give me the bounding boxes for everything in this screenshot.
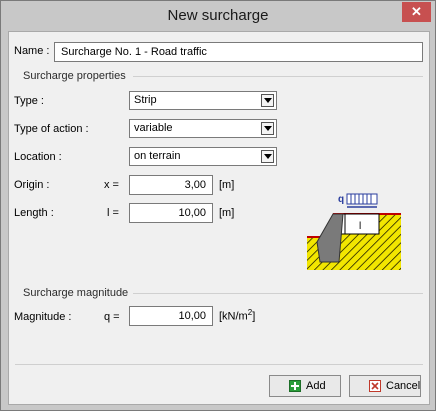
wall-body [316,213,344,263]
magnitude-label: Magnitude : [14,311,72,323]
chevron-down-icon[interactable] [261,94,274,107]
length-unit: [m] [219,207,235,219]
title-bar: New surcharge ✕ [1,1,435,30]
magnitude-unit: [kN/m2] [219,308,255,323]
close-icon: ✕ [411,4,422,19]
add-button-label: Add [306,380,326,392]
type-select[interactable]: Strip [129,91,277,110]
chevron-down-icon[interactable] [261,150,274,163]
magnitude-unit-base: [kN/m [219,310,248,323]
plus-icon [289,380,301,392]
magnitude-input[interactable]: 10,00 [129,306,213,326]
cancel-button-label: Cancel [386,380,421,392]
diagram-q-label: q [338,194,344,205]
cancel-icon [369,380,381,392]
diagram-l-label: l [359,221,361,232]
type-label: Type : [14,95,44,107]
dialog-body: Name : Surcharge No. 1 - Road traffic Su… [8,31,430,405]
type-value: Strip [134,94,157,106]
name-label: Name : [14,45,50,57]
dialog-title: New surcharge [167,7,269,24]
l-dimension-box [344,213,380,235]
origin-symbol: x = [104,179,119,191]
origin-unit: [m] [219,179,235,191]
length-symbol: l = [107,207,119,219]
location-select[interactable]: on terrain [129,147,277,166]
type-of-action-value: variable [134,122,173,134]
type-of-action-label: Type of action : [14,123,89,135]
origin-label: Origin : [14,179,50,191]
location-value: on terrain [134,150,181,162]
new-surcharge-dialog: New surcharge ✕ Name : Surcharge No. 1 -… [0,0,436,411]
surcharge-magnitude-title: Surcharge magnitude [23,287,129,299]
name-input[interactable]: Surcharge No. 1 - Road traffic [54,42,423,62]
length-label: Length : [14,207,54,219]
length-input[interactable]: 10,00 [129,203,213,223]
location-label: Location : [14,151,62,163]
origin-input[interactable]: 3,00 [129,175,213,195]
surcharge-magnitude-divider [133,293,423,294]
surcharge-properties-divider [133,76,423,77]
footer-divider [15,364,423,365]
surcharge-properties-title: Surcharge properties [23,70,126,82]
surcharge-diagram: x l q [307,193,401,270]
magnitude-symbol: q = [104,311,120,323]
chevron-down-icon[interactable] [261,122,274,135]
add-button[interactable]: Add [269,375,341,397]
magnitude-unit-close: ] [252,310,256,323]
close-button[interactable]: ✕ [402,2,431,22]
cancel-button[interactable]: Cancel [349,375,421,397]
type-of-action-select[interactable]: variable [129,119,277,138]
